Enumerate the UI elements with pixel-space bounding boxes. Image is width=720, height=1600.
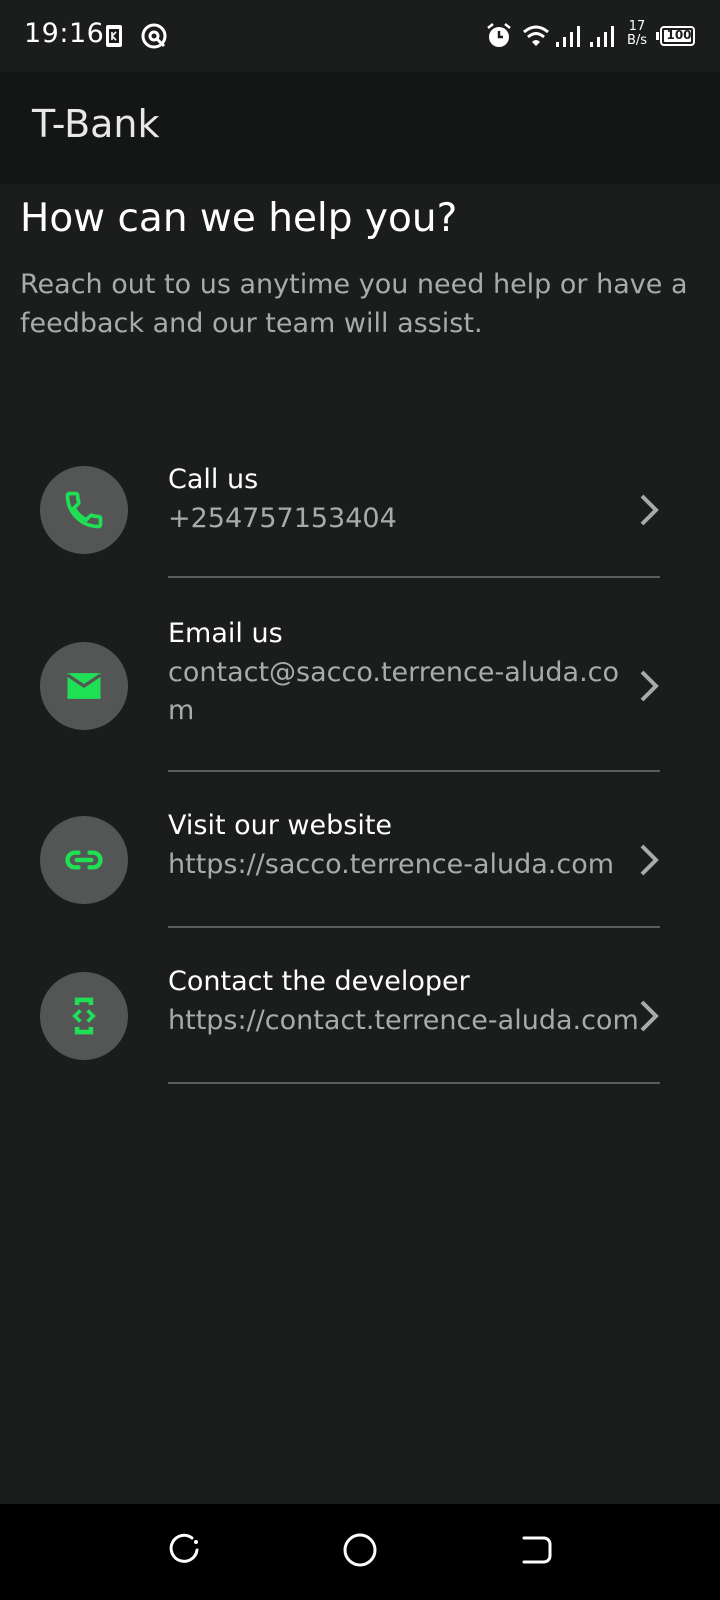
- home-icon[interactable]: [342, 1532, 378, 1572]
- phone-icon: [65, 491, 103, 529]
- divider: [168, 1082, 660, 1084]
- divider: [168, 770, 660, 772]
- chevron-right-icon: [640, 844, 659, 876]
- status-time: 19:16: [24, 18, 105, 49]
- wifi-icon: [522, 24, 550, 52]
- status-bar: 19:16 17 B/s 100: [0, 0, 720, 72]
- contact-developer-value: https://contact.terrence-aluda.com: [168, 1005, 639, 1036]
- divider: [168, 926, 660, 928]
- email-us-value: contact@sacco.terrence-aluda.com: [168, 657, 620, 726]
- signal-icon: [590, 24, 618, 52]
- divider: [168, 576, 660, 578]
- call-us-item[interactable]: Call us +254757153404: [0, 460, 720, 578]
- email-icon-circle: [40, 642, 128, 730]
- email-us-item[interactable]: Email us contact@sacco.terrence-aluda.co…: [0, 616, 720, 772]
- system-nav-bar: [0, 1504, 720, 1600]
- contact-developer-title: Contact the developer: [168, 966, 470, 997]
- network-speed: 17 B/s: [624, 20, 650, 48]
- visit-website-value: https://sacco.terrence-aluda.com: [168, 849, 615, 880]
- battery-level: 100: [666, 28, 692, 42]
- link-icon-circle: [40, 816, 128, 904]
- recents-icon[interactable]: [166, 1532, 202, 1572]
- page-heading: How can we help you?: [20, 196, 458, 241]
- alarm-icon: [486, 22, 512, 54]
- page-subtitle: Reach out to us anytime you need help or…: [20, 269, 688, 339]
- sim-toolkit-icon: [104, 24, 124, 52]
- app-bar: T-Bank: [0, 72, 720, 184]
- network-speed-unit: B/s: [626, 33, 648, 48]
- back-icon[interactable]: [518, 1532, 554, 1572]
- chevron-right-icon: [640, 670, 659, 702]
- call-us-title: Call us: [168, 464, 259, 495]
- developer-icon-circle: [40, 972, 128, 1060]
- call-us-value: +254757153404: [168, 503, 397, 534]
- app-title: T-Bank: [32, 102, 160, 146]
- email-us-title: Email us: [168, 618, 283, 649]
- contact-developer-item[interactable]: Contact the developer https://contact.te…: [0, 966, 720, 1084]
- data-saver-icon: [140, 22, 168, 54]
- phone-icon-circle: [40, 466, 128, 554]
- link-icon: [65, 850, 103, 870]
- developer-mode-icon: [72, 997, 96, 1035]
- visit-website-title: Visit our website: [168, 810, 393, 841]
- chevron-right-icon: [640, 1000, 659, 1032]
- battery-icon: 100: [656, 24, 696, 52]
- signal-icon: [556, 24, 584, 52]
- chevron-right-icon: [640, 494, 659, 526]
- network-speed-value: 17: [628, 19, 646, 34]
- visit-website-item[interactable]: Visit our website https://sacco.terrence…: [0, 810, 720, 928]
- email-icon: [66, 673, 102, 699]
